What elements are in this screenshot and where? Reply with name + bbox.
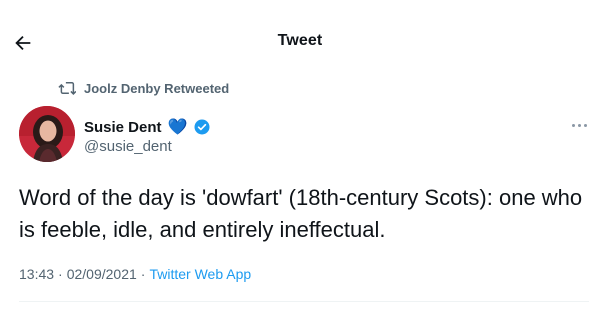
more-dots-icon[interactable]	[566, 118, 592, 132]
tweet-text: Word of the day is 'dowfart' (18th-centu…	[19, 185, 583, 242]
divider	[19, 301, 589, 302]
top-header: Tweet	[0, 18, 600, 68]
stray-glyph: °	[0, 0, 4, 7]
avatar[interactable]	[19, 106, 75, 162]
retweet-context: Joolz Denby Retweeted	[58, 78, 229, 98]
tweet-meta: 13:43 · 02/09/2021 · Twitter Web App	[19, 266, 251, 282]
author-handle[interactable]: @susie_dent	[84, 138, 172, 155]
meta-separator: ·	[58, 266, 63, 282]
page-title: Tweet	[277, 32, 323, 49]
meta-separator: ·	[140, 266, 146, 282]
author-name-row: Susie Dent 💙	[84, 117, 211, 137]
tweet-time[interactable]: 13:43	[19, 266, 54, 282]
tweet-source-link[interactable]: Twitter Web App	[149, 266, 251, 282]
heart-emoji: 💙	[167, 119, 188, 136]
verified-badge-icon	[193, 118, 211, 136]
retweet-icon	[58, 80, 76, 96]
retweet-label[interactable]: Joolz Denby Retweeted	[84, 81, 229, 96]
tweet-date[interactable]: 02/09/2021	[67, 266, 137, 282]
author-name[interactable]: Susie Dent	[84, 119, 162, 136]
